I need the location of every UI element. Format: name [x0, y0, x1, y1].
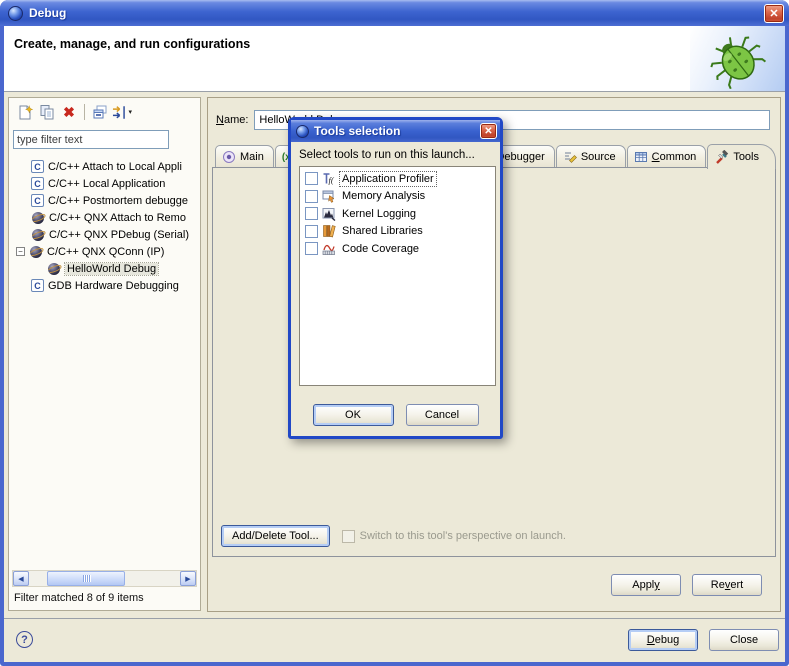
qnx-globe-icon: [31, 228, 45, 241]
ok-button[interactable]: OK: [313, 404, 394, 426]
launch-config-tree: C C/C++ Attach to Local Appli C C/C++ Lo…: [9, 158, 200, 562]
code-coverage-checkbox[interactable]: [305, 242, 318, 255]
eclipse-app-icon: [296, 125, 309, 138]
close-button[interactable]: Close: [709, 629, 779, 651]
tool-row-shared-libraries[interactable]: Shared Libraries: [302, 223, 493, 241]
collapse-expander-icon[interactable]: −: [16, 247, 25, 256]
tree-horizontal-scrollbar[interactable]: ◀ ▶: [12, 570, 197, 587]
filter-text-input[interactable]: [13, 130, 169, 149]
filter-dropdown-caret[interactable]: ▾: [128, 108, 132, 116]
dialog-title: Tools selection: [314, 124, 480, 138]
header-banner: Create, manage, and run configurations: [4, 26, 785, 92]
name-label: Name:: [216, 114, 248, 126]
svg-text:✦: ✦: [25, 105, 33, 116]
tree-item-cpp-attach-local[interactable]: C C/C++ Attach to Local Appli: [9, 158, 200, 175]
sidebar-toolbar: ✦ ✖: [9, 98, 200, 126]
window-close-button[interactable]: ✕: [764, 4, 784, 23]
green-bug-icon: [699, 29, 771, 89]
tab-source[interactable]: Source: [556, 145, 626, 168]
toolbar-separator: [84, 104, 85, 120]
debug-button[interactable]: Debug: [628, 629, 698, 651]
dialog-titlebar[interactable]: Tools selection ✕: [291, 120, 500, 142]
tree-item-gdb-hardware-debugging[interactable]: C GDB Hardware Debugging: [9, 277, 200, 294]
tools-icon: [714, 150, 729, 165]
collapse-all-icon[interactable]: [89, 101, 111, 123]
footer-bar: ? Debug Close: [4, 619, 785, 662]
svg-text:f(: f(: [329, 175, 335, 185]
tools-list: f( Application Profiler Memory Analysis: [299, 166, 496, 386]
kernel-logging-checkbox[interactable]: [305, 207, 318, 220]
filter-match-status: Filter matched 8 of 9 items: [14, 592, 144, 604]
tab-tools[interactable]: Tools: [707, 144, 776, 169]
tree-item-qnx-attach-remote[interactable]: C/C++ QNX Attach to Remo: [9, 209, 200, 226]
add-delete-tool-button[interactable]: Add/Delete Tool...: [221, 525, 330, 547]
scroll-left-arrow-icon[interactable]: ◀: [13, 571, 29, 586]
tools-selection-dialog: Tools selection ✕ Select tools to run on…: [288, 117, 503, 439]
delete-launch-configuration-icon[interactable]: ✖: [58, 101, 80, 123]
shared-libraries-checkbox[interactable]: [305, 225, 318, 238]
apply-button[interactable]: Apply: [611, 574, 681, 596]
duplicate-launch-configuration-icon[interactable]: [36, 101, 58, 123]
bug-image-panel: [690, 26, 785, 91]
c-application-icon: C: [31, 160, 44, 173]
c-application-icon: C: [31, 194, 44, 207]
memory-analysis-checkbox[interactable]: [305, 190, 318, 203]
tool-row-memory-analysis[interactable]: Memory Analysis: [302, 188, 493, 206]
filter-launch-configurations-icon[interactable]: ▾: [111, 101, 133, 123]
qnx-globe-icon: [31, 211, 45, 224]
shared-libraries-icon: [322, 225, 336, 238]
scrollbar-track[interactable]: [29, 571, 180, 586]
cancel-button[interactable]: Cancel: [406, 404, 479, 426]
window-titlebar[interactable]: Debug ✕: [0, 0, 789, 26]
tree-item-helloworld-debug[interactable]: HelloWorld Debug: [9, 260, 200, 277]
memory-analysis-icon: [322, 190, 336, 203]
c-application-icon: C: [31, 279, 44, 292]
code-coverage-icon: [322, 242, 336, 255]
window-title: Debug: [29, 6, 66, 20]
kernel-logging-icon: [322, 207, 336, 220]
tool-row-kernel-logging[interactable]: Kernel Logging: [302, 205, 493, 223]
tab-common[interactable]: Common: [627, 145, 707, 168]
application-profiler-checkbox[interactable]: [305, 172, 318, 185]
tool-row-code-coverage[interactable]: Code Coverage: [302, 240, 493, 258]
scrollbar-thumb[interactable]: [47, 571, 125, 586]
tab-main[interactable]: Main: [215, 145, 274, 168]
qnx-globe-icon: [47, 262, 61, 275]
tree-item-cpp-local-application[interactable]: C C/C++ Local Application: [9, 175, 200, 192]
debug-window: Debug ✕ Create, manage, and run configur…: [0, 0, 789, 666]
page-title: Create, manage, and run configurations: [14, 37, 250, 51]
c-application-icon: C: [31, 177, 44, 190]
perspective-checkbox[interactable]: [342, 530, 355, 543]
tree-item-cpp-postmortem[interactable]: C C/C++ Postmortem debugge: [9, 192, 200, 209]
scroll-right-arrow-icon[interactable]: ▶: [180, 571, 196, 586]
launch-config-sidebar: ✦ ✖: [8, 97, 201, 611]
main-target-icon: [222, 150, 236, 164]
revert-button[interactable]: Revert: [692, 574, 762, 596]
qnx-globe-icon: [29, 245, 43, 258]
common-table-icon: [634, 150, 648, 164]
eclipse-app-icon: [8, 6, 23, 21]
dialog-close-button[interactable]: ✕: [480, 123, 497, 139]
tree-item-qnx-qconn-ip[interactable]: − C/C++ QNX QConn (IP): [9, 243, 200, 260]
tree-item-qnx-pdebug-serial[interactable]: C/C++ QNX PDebug (Serial): [9, 226, 200, 243]
help-icon[interactable]: ?: [16, 631, 33, 648]
dialog-instruction: Select tools to run on this launch...: [299, 149, 492, 161]
tool-row-application-profiler[interactable]: f( Application Profiler: [302, 170, 493, 188]
source-tree-icon: [563, 150, 577, 164]
new-launch-configuration-icon[interactable]: ✦: [14, 101, 36, 123]
perspective-checkbox-label: Switch to this tool's perspective on lau…: [360, 530, 566, 542]
application-profiler-icon: f(: [322, 172, 336, 185]
